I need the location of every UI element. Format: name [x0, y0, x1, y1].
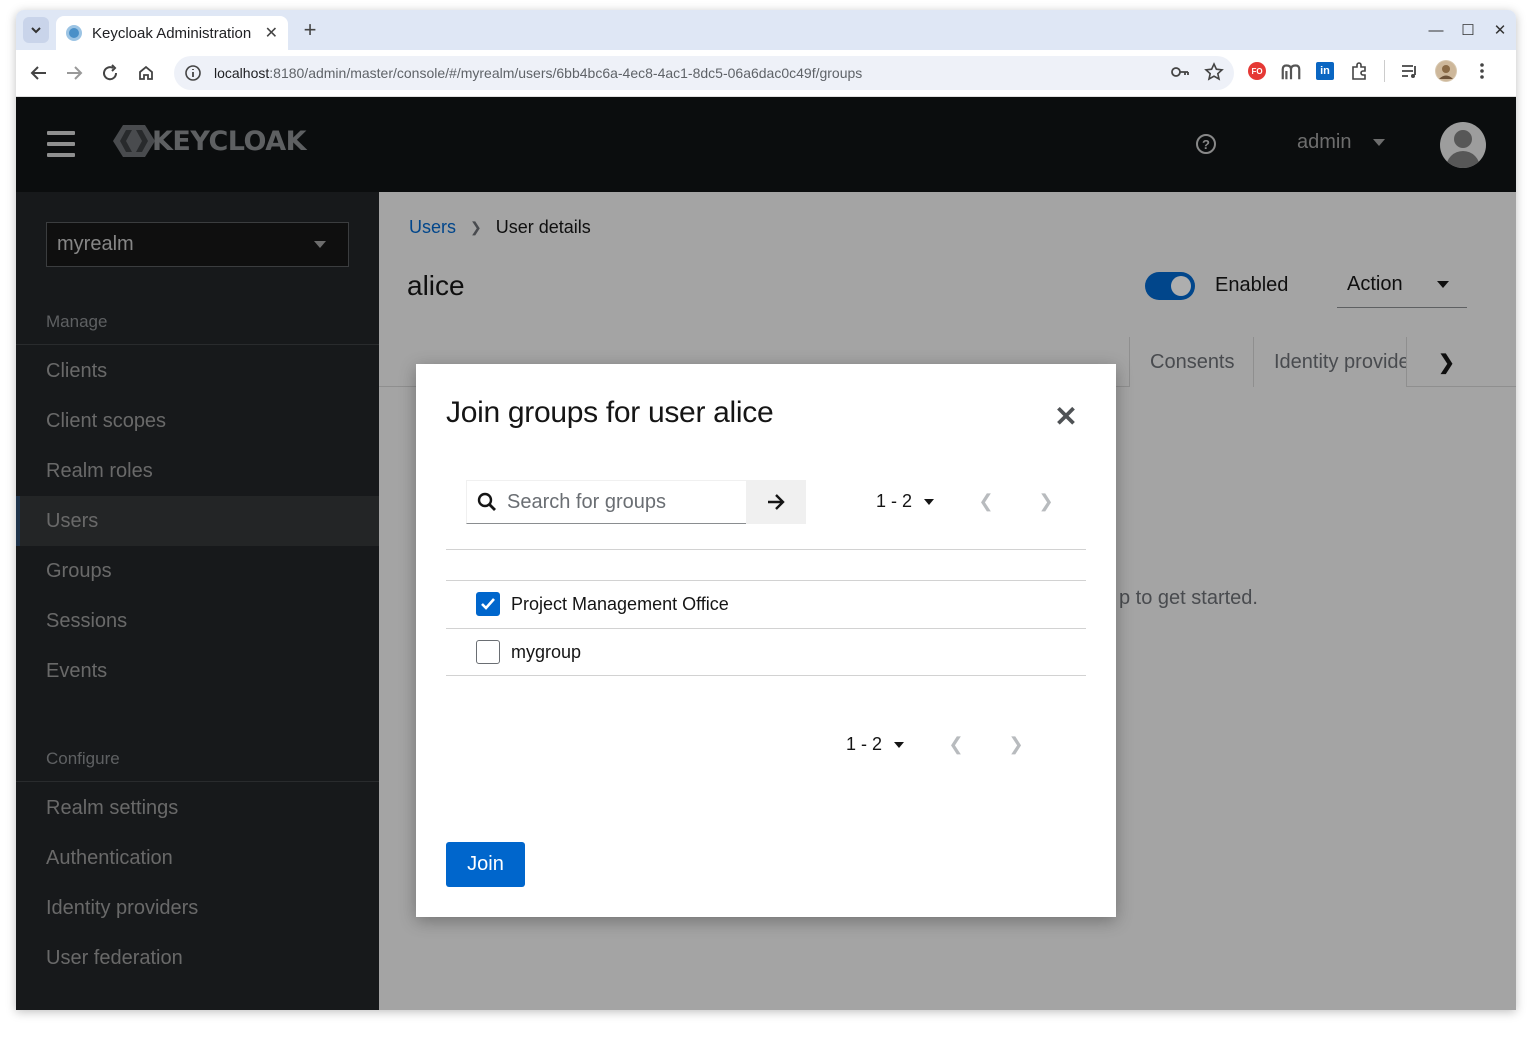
next-page-icon[interactable]: ❯ [1036, 491, 1056, 511]
modal-title: Join groups for user alice [446, 396, 774, 429]
home-icon[interactable] [133, 60, 159, 86]
table-header-divider [446, 549, 1086, 550]
pagination-range: 1 - 2 [876, 491, 913, 511]
media-control-icon[interactable] [1399, 60, 1421, 82]
extension-m-icon[interactable] [1280, 60, 1302, 82]
pagination-bottom-toggle[interactable]: 1 - 2 [846, 734, 905, 755]
extensions-row: FO in [1248, 60, 1493, 82]
tab-strip: Keycloak Administration ✕ + — ☐ ✕ [16, 10, 1516, 50]
search-input[interactable] [507, 490, 737, 514]
search-submit-button[interactable] [746, 480, 806, 524]
browser-tab-active[interactable]: Keycloak Administration ✕ [56, 16, 288, 50]
linkedin-icon[interactable]: in [1316, 62, 1334, 80]
arrow-right-icon [768, 494, 785, 510]
url-text: localhost:8180/admin/master/console/#/my… [214, 65, 863, 81]
tab-title: Keycloak Administration [92, 24, 252, 42]
chevron-down-icon [31, 27, 41, 34]
password-key-icon[interactable] [1170, 62, 1190, 82]
window-controls: — ☐ ✕ [1420, 10, 1516, 50]
group-name: mygroup [511, 641, 582, 662]
new-tab-button[interactable]: + [298, 17, 322, 42]
next-page-icon[interactable]: ❯ [1006, 734, 1026, 754]
table-row: mygroup [446, 628, 1086, 676]
check-icon [481, 598, 495, 610]
profile-avatar-icon[interactable] [1435, 60, 1457, 82]
maximize-icon[interactable]: ☐ [1452, 10, 1484, 50]
tab-close-icon[interactable]: ✕ [265, 23, 278, 43]
minimize-icon[interactable]: — [1420, 10, 1452, 50]
toolbar-divider [1384, 60, 1385, 82]
bookmark-star-icon[interactable] [1204, 62, 1224, 82]
previous-page-icon[interactable]: ❮ [946, 734, 966, 754]
close-icon[interactable]: ✕ [1054, 401, 1078, 432]
caret-down-icon [894, 741, 905, 748]
join-button[interactable]: Join [446, 842, 525, 887]
search-icon [477, 492, 497, 512]
browser-toolbar: localhost:8180/admin/master/console/#/my… [16, 50, 1516, 97]
table-divider [446, 675, 1086, 676]
forward-icon[interactable] [61, 60, 87, 86]
previous-page-icon[interactable]: ❮ [976, 491, 996, 511]
join-groups-modal: Join groups for user alice ✕ 1 - 2 ❮ ❯ [416, 364, 1116, 917]
caret-down-icon [924, 498, 935, 505]
site-info-icon[interactable] [184, 64, 202, 82]
pagination-range: 1 - 2 [846, 734, 883, 754]
browser-menu-icon[interactable] [1471, 60, 1493, 82]
browser-window: Keycloak Administration ✕ + — ☐ ✕ localh… [16, 10, 1516, 1010]
address-bar[interactable]: localhost:8180/admin/master/console/#/my… [174, 56, 1234, 90]
keycloak-favicon-icon [66, 25, 82, 41]
extension-fo-icon[interactable]: FO [1248, 62, 1266, 80]
pagination-top-toggle[interactable]: 1 - 2 [876, 491, 935, 512]
group-checkbox[interactable] [476, 640, 500, 664]
group-name: Project Management Office [511, 593, 729, 614]
group-checkbox-checked[interactable] [476, 592, 500, 616]
back-icon[interactable] [26, 60, 52, 86]
tab-search-button[interactable] [23, 17, 49, 43]
keycloak-app: KEYCLOAK ? admin myrealm Manage Clients … [16, 97, 1516, 1010]
extensions-puzzle-icon[interactable] [1348, 60, 1370, 82]
search-groups-field [466, 480, 746, 524]
table-row: Project Management Office [446, 580, 1086, 628]
reload-icon[interactable] [97, 60, 123, 86]
close-window-icon[interactable]: ✕ [1484, 10, 1516, 50]
